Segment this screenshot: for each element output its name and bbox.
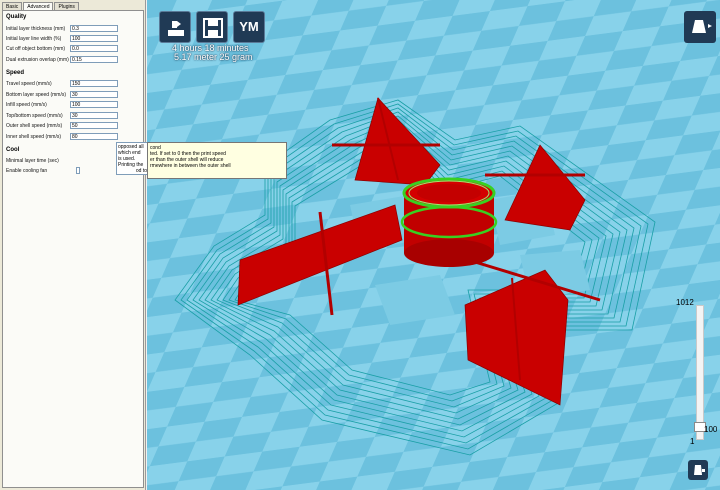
top-bottom-speed-input[interactable]: 30 xyxy=(70,112,118,119)
field-inner-shell-speed: Inner shell speed (mm/s) 80 xyxy=(6,133,142,141)
field-label: Initial layer line width (%) xyxy=(6,36,62,42)
dual-extrusion-overlap-input[interactable]: 0.15 xyxy=(70,56,118,63)
outer-shell-speed-input[interactable]: 50 xyxy=(70,122,118,129)
youmagine-button[interactable]: YM xyxy=(233,11,265,43)
view-mode-icon xyxy=(692,20,712,33)
section-speed-title: Speed xyxy=(6,70,25,76)
load-icon xyxy=(168,21,184,36)
tab-plugins[interactable]: Plugins xyxy=(54,2,79,10)
model-cylinder xyxy=(400,177,498,267)
tooltip-minimal-layer-time: opposed all which end is used. Printing … xyxy=(116,142,149,175)
infill-speed-input[interactable]: 100 xyxy=(70,101,118,108)
cylinder-inner xyxy=(417,184,481,202)
view-mode-button[interactable] xyxy=(684,11,716,43)
inner-shell-speed-input[interactable]: 80 xyxy=(70,133,118,140)
field-cut-off-object-bottom: Cut off object bottom (mm) 0.0 xyxy=(6,45,142,53)
field-label: Minimal layer time (sec) xyxy=(6,158,59,164)
cylinder-base xyxy=(404,239,494,267)
section-cool-title: Cool xyxy=(6,147,20,153)
tooltip-line: is used. Printing the xyxy=(118,156,144,168)
load-button[interactable] xyxy=(159,11,191,43)
layer-min-label: 1 xyxy=(690,437,695,446)
field-label: Initial layer thickness (mm) xyxy=(6,26,66,32)
print-amount: 5.17 meter 25 gram xyxy=(174,52,253,62)
tooltip-line: od to xyxy=(135,168,147,174)
field-travel-speed: Travel speed (mm/s) 150 xyxy=(6,80,142,88)
layer-mode-button[interactable] xyxy=(688,460,708,480)
field-infill-speed: Infill speed (mm/s) 100 xyxy=(6,101,142,109)
field-dual-extrusion-overlap: Dual extrusion overlap (mm) 0.15 xyxy=(6,56,142,64)
field-label: Outer shell speed (mm/s) xyxy=(6,123,63,129)
save-sd-icon xyxy=(203,18,223,38)
printer-icon xyxy=(694,465,705,475)
build-plate-scene xyxy=(147,0,720,490)
field-top-bottom-speed: Top/bottom speed (mm/s) 30 xyxy=(6,112,142,120)
field-initial-layer-line-width: Initial layer line width (%) 100 xyxy=(6,35,142,43)
field-bottom-layer-speed: Bottom layer speed (mm/s) 30 xyxy=(6,91,142,99)
field-label: Inner shell speed (mm/s) xyxy=(6,134,62,140)
initial-layer-thickness-input[interactable]: 0.3 xyxy=(70,25,118,32)
cut-off-object-bottom-input[interactable]: 0.0 xyxy=(70,45,118,52)
layer-slider-track[interactable] xyxy=(696,305,704,440)
layer-current-label: 100 xyxy=(704,425,718,434)
tooltip-line: rmewhere in between the outer shell xyxy=(150,163,231,169)
travel-speed-input[interactable]: 150 xyxy=(70,80,118,87)
field-outer-shell-speed: Outer shell speed (mm/s) 50 xyxy=(6,122,142,130)
enable-cooling-fan-checkbox[interactable] xyxy=(76,167,80,174)
field-initial-layer-thickness: Initial layer thickness (mm) 0.3 xyxy=(6,25,142,33)
bottom-layer-speed-input[interactable]: 30 xyxy=(70,91,118,98)
field-label: Bottom layer speed (mm/s) xyxy=(6,92,67,98)
tab-basic[interactable]: Basic xyxy=(2,2,23,10)
field-label: Dual extrusion overlap (mm) xyxy=(6,57,69,63)
field-label: Top/bottom speed (mm/s) xyxy=(6,113,63,119)
field-label: Enable cooling fan xyxy=(6,168,48,174)
field-label: Travel speed (mm/s) xyxy=(6,81,52,87)
field-label: Infill speed (mm/s) xyxy=(6,102,47,108)
layer-max-label: 1012 xyxy=(676,298,694,307)
settings-panel: Basic Advanced Plugins Quality Initial l… xyxy=(0,0,146,490)
field-label: Cut off object bottom (mm) xyxy=(6,46,66,52)
section-quality-title: Quality xyxy=(6,14,27,20)
tooltip-line: opposed all which end xyxy=(118,144,144,156)
tooltip-inner-shell-speed: cond ted. If set to 0 then the print spe… xyxy=(147,142,287,179)
layer-view-viewport[interactable]: YM 4 hours 18 minutes 5.17 meter 25 gram… xyxy=(147,0,720,490)
initial-layer-line-width-input[interactable]: 100 xyxy=(70,35,118,42)
save-button[interactable] xyxy=(196,11,228,43)
